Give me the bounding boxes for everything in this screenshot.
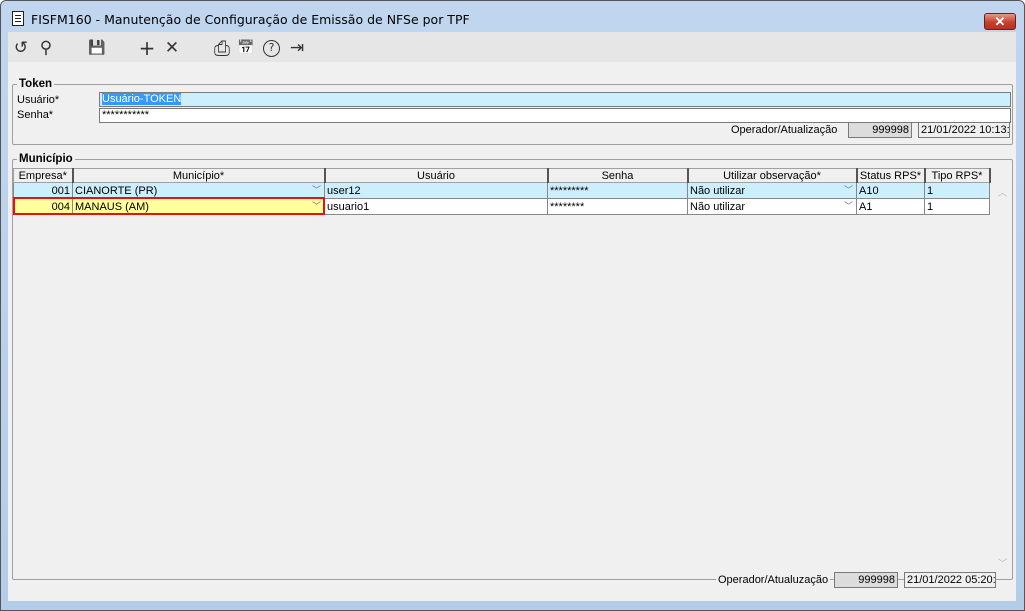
col-tipo-rps[interactable]: Tipo RPS* [924,168,991,183]
col-municipio[interactable]: Município* [72,168,326,183]
calendar-icon[interactable]: 📅 [236,38,256,58]
usuario-label: Usuário* [17,94,60,106]
save-icon[interactable]: 💾 [87,38,107,58]
table-header: Empresa* Município* Usuário Senha Utiliz… [13,168,991,183]
municipio-group: Município [12,153,1013,580]
usuario-token-value: Usuário-TOKEN [102,93,182,105]
cell-status[interactable]: A1 [856,198,925,215]
cell-tipo[interactable]: 1 [924,182,990,199]
col-senha[interactable]: Senha [547,168,689,183]
chevron-down-icon[interactable]: ﹀ [312,184,321,197]
cell-usuario[interactable]: user12 [324,182,548,199]
document-icon [12,11,24,26]
print-icon[interactable]: ⎙ [212,38,232,58]
window-title: FISFM160 - Manutenção de Configuração de… [31,12,470,27]
exit-icon[interactable]: ⇥ [287,38,307,58]
help-icon[interactable]: ? [263,40,280,57]
cell-senha[interactable]: ********* [547,182,688,199]
operador-label: Operador/Atualização [731,124,838,136]
operador-field: 999998 [848,122,912,138]
col-usuario[interactable]: Usuário [324,168,549,183]
scroll-down-icon[interactable]: ﹀ [995,555,1010,570]
obs-value: Não utilizar [690,184,746,197]
token-legend: Token [19,78,53,90]
operador-label-bottom: Operador/Atualuzação [716,574,831,586]
municipio-legend: Município [19,153,73,165]
cell-senha[interactable]: ******** [547,198,688,215]
municipio-value: CIANORTE (PR) [75,184,158,197]
add-icon[interactable]: + [137,38,157,58]
atualizacao-field-bottom: 21/01/2022 05:20: [904,572,996,588]
delete-icon[interactable]: ✕ [162,38,182,58]
col-utilizar-observacao[interactable]: Utilizar observação* [687,168,858,183]
cell-obs[interactable]: Não utilizar ﹀ [687,198,857,215]
focus-highlight [13,197,325,215]
chevron-down-icon[interactable]: ﹀ [844,200,853,213]
cell-usuario[interactable]: usuario1 [324,198,548,215]
cell-tipo[interactable]: 1 [924,198,990,215]
refresh-icon[interactable]: ↺ [11,38,31,58]
close-button[interactable]: ✕ [984,13,1016,30]
cell-obs[interactable]: Não utilizar ﹀ [687,182,857,199]
cell-status[interactable]: A10 [856,182,925,199]
senha-token-input[interactable]: *********** [99,108,1011,123]
operador-field-bottom: 999998 [834,572,898,588]
atualizacao-field: 21/01/2022 10:13: [918,122,1010,138]
chevron-down-icon[interactable]: ﹀ [844,184,853,197]
search-icon[interactable]: ⚲ [36,38,56,58]
toolbar: ↺ ⚲ 💾 + ✕ ⎙ 📅 ? ⇥ [8,32,1016,62]
scroll-up-icon[interactable]: ︿ [995,184,1010,199]
senha-label: Senha* [17,109,54,121]
obs-value: Não utilizar [690,200,746,213]
usuario-token-input[interactable]: Usuário-TOKEN [99,92,1011,107]
col-empresa[interactable]: Empresa* [13,168,74,183]
col-status-rps[interactable]: Status RPS* [856,168,926,183]
vertical-scrollbar[interactable]: ︿ ﹀ [995,182,1010,572]
